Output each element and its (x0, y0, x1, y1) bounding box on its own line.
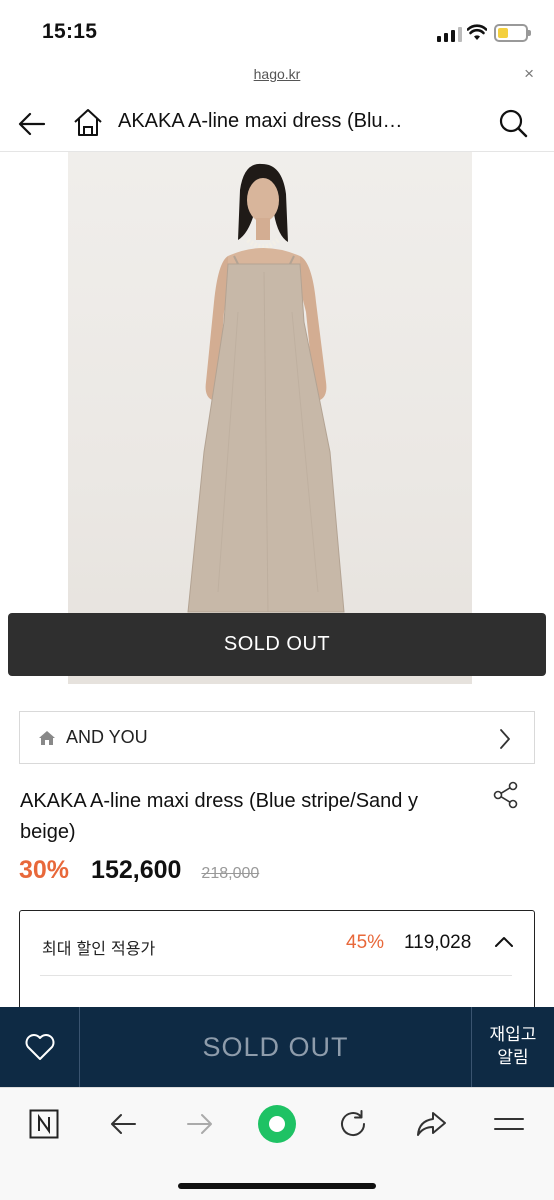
page-title: AKAKA A-line maxi dress (Blu… (118, 110, 403, 132)
refresh-button[interactable] (333, 1104, 373, 1144)
restock-alert-button[interactable]: 재입고 알림 (472, 1007, 554, 1087)
back-arrow-icon (111, 1114, 136, 1134)
sold-out-overlay: SOLD OUT (8, 613, 546, 676)
share-arrow-icon (417, 1112, 446, 1136)
menu-icon (494, 1118, 524, 1130)
browser-home-button[interactable] (257, 1104, 297, 1144)
browser-home-icon (258, 1105, 296, 1143)
home-icon[interactable] (72, 107, 104, 139)
wifi-icon (467, 24, 487, 40)
forward-arrow-icon (187, 1114, 212, 1134)
naver-button[interactable] (24, 1104, 64, 1144)
refresh-icon (341, 1110, 366, 1137)
product-image[interactable] (68, 152, 472, 684)
browser-back-button[interactable] (103, 1104, 143, 1144)
model-figure (187, 163, 345, 630)
price-row: 30% 152,600 218,000 (19, 856, 259, 892)
brand-name: AND YOU (66, 727, 148, 747)
menu-button[interactable] (489, 1104, 529, 1144)
sold-out-button[interactable]: SOLD OUT (80, 1007, 472, 1087)
browser-forward-button[interactable] (180, 1104, 220, 1144)
brand-link[interactable]: AND YOU (19, 711, 535, 764)
heart-icon (25, 1034, 54, 1060)
status-bar: 15:15 (0, 0, 554, 62)
divider (40, 975, 512, 976)
signal-icon (437, 26, 462, 42)
home-indicator[interactable] (178, 1183, 376, 1189)
discount-rate: 30% (19, 856, 70, 884)
page-header: AKAKA A-line maxi dress (Blu… (0, 92, 554, 152)
wishlist-button[interactable] (0, 1007, 80, 1087)
restock-label-line2: 알림 (497, 1048, 529, 1068)
url-bar[interactable]: hago.kr × (0, 62, 554, 90)
brand-home-icon (39, 730, 55, 745)
product-name: AKAKA A-line maxi dress (Blue stripe/San… (20, 790, 418, 843)
status-time: 15:15 (42, 20, 98, 43)
max-discount-label: 최대 할인 적용가 (42, 939, 156, 958)
original-price: 218,000 (201, 865, 260, 882)
max-discount-rate: 45% (346, 932, 385, 953)
search-icon[interactable] (498, 108, 528, 138)
battery-level (498, 28, 509, 38)
share-icon[interactable] (492, 781, 520, 809)
url-domain[interactable]: hago.kr (0, 66, 554, 82)
close-icon[interactable]: × (524, 64, 534, 84)
chevron-right-icon (500, 729, 510, 749)
back-arrow-icon[interactable] (16, 108, 48, 140)
chevron-up-icon[interactable] (494, 935, 514, 949)
sale-price: 152,600 (91, 856, 182, 884)
naver-icon (29, 1109, 59, 1139)
battery-icon (494, 24, 531, 42)
restock-label-line1: 재입고 (489, 1025, 537, 1045)
browser-share-button[interactable] (411, 1104, 451, 1144)
bottom-action-bar: SOLD OUT 재입고 알림 (0, 1007, 554, 1087)
max-discount-price: 119,028 (404, 932, 472, 953)
